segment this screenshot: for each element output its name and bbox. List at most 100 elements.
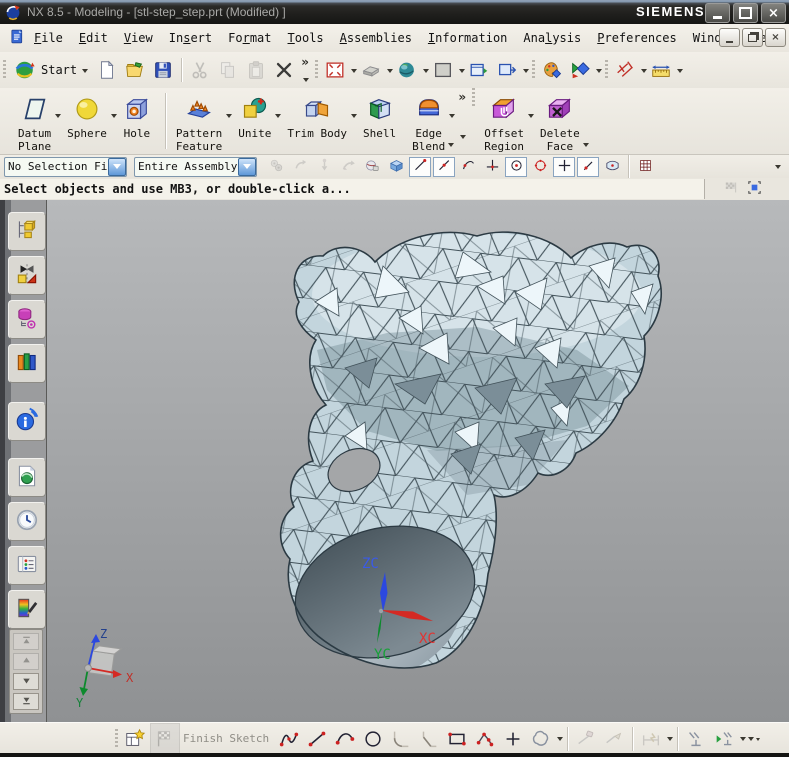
studio-spline-button[interactable] xyxy=(472,725,498,753)
combo-dropdown-button[interactable] xyxy=(238,158,256,176)
measure-distance-button[interactable] xyxy=(612,56,638,84)
chamfer-button[interactable] xyxy=(416,725,442,753)
shell-button[interactable]: Shell xyxy=(357,88,406,154)
menu-view[interactable]: View xyxy=(116,28,161,48)
chevron-down-icon[interactable] xyxy=(677,69,683,76)
close-button[interactable]: × xyxy=(761,3,786,23)
combo-dropdown-button[interactable] xyxy=(108,158,126,176)
snap-point-on-curve-button[interactable] xyxy=(577,157,599,177)
menu-analysis[interactable]: Analysis xyxy=(515,28,589,48)
scroll-to-bottom-button[interactable] xyxy=(13,693,39,710)
chevron-down-icon[interactable] xyxy=(448,143,454,150)
chevron-down-icon[interactable] xyxy=(667,737,673,744)
snap-existing-point-button[interactable] xyxy=(553,157,575,177)
auto-constrain-button[interactable] xyxy=(711,725,737,753)
analysis-ruler-button[interactable] xyxy=(648,56,674,84)
selection-scope-combo[interactable]: Entire Assembly xyxy=(134,157,257,177)
profile-button[interactable] xyxy=(276,725,302,753)
point-button[interactable] xyxy=(500,725,526,753)
rectangle-button[interactable] xyxy=(444,725,470,753)
menu-insert[interactable]: Insert xyxy=(161,28,220,48)
dialog-rail-button[interactable] xyxy=(746,179,763,199)
mdi-restore-button[interactable] xyxy=(742,28,763,47)
pattern-feature-button[interactable]: Pattern Feature xyxy=(170,88,232,154)
chevron-down-icon[interactable] xyxy=(449,114,455,121)
scroll-down-button[interactable] xyxy=(13,673,39,690)
menu-information[interactable]: Information xyxy=(420,28,515,48)
part-navigator-button[interactable] xyxy=(8,300,46,339)
chevron-down-icon[interactable] xyxy=(351,69,357,76)
show-shaded-box-button[interactable] xyxy=(385,157,407,177)
reuse-library-button[interactable] xyxy=(8,344,46,383)
delete-button[interactable] xyxy=(271,56,297,84)
highlight-rollover-button[interactable] xyxy=(361,157,383,177)
chevron-down-icon[interactable] xyxy=(387,69,393,76)
toolbar-overflow-button[interactable]: » xyxy=(298,55,312,85)
sphere-button[interactable]: Sphere xyxy=(61,88,117,154)
snap-tangent-point-button[interactable] xyxy=(457,157,479,177)
geometric-constraints-button[interactable] xyxy=(683,725,709,753)
chevron-down-icon[interactable] xyxy=(740,737,746,744)
chevron-down-icon[interactable] xyxy=(596,69,602,76)
maximize-button[interactable] xyxy=(733,3,758,23)
menu-file[interactable]: File xyxy=(26,28,71,48)
delete-face-button[interactable]: Delete Face xyxy=(534,88,590,154)
chevron-down-icon[interactable] xyxy=(641,69,647,76)
unite-button[interactable]: Unite xyxy=(232,88,281,154)
roles-button[interactable] xyxy=(8,590,46,629)
palettes-button[interactable] xyxy=(8,546,46,585)
chevron-down-icon[interactable] xyxy=(583,143,589,150)
chevron-down-icon[interactable] xyxy=(523,69,529,76)
fillet-button[interactable] xyxy=(388,725,414,753)
fit-view-button[interactable] xyxy=(322,56,348,84)
chevron-down-icon[interactable] xyxy=(423,69,429,76)
menu-tools[interactable]: Tools xyxy=(280,28,332,48)
datum-plane-button[interactable]: Datum Plane xyxy=(12,88,61,154)
chevron-down-icon[interactable] xyxy=(748,737,754,744)
hole-button[interactable]: Hole xyxy=(117,88,161,154)
start-menu-button[interactable]: Start xyxy=(10,56,92,84)
offset-region-button[interactable]: Offset Region xyxy=(478,88,534,154)
circle-button[interactable] xyxy=(360,725,386,753)
assembly-navigator-button[interactable] xyxy=(8,212,46,251)
rendering-style-button[interactable] xyxy=(394,56,420,84)
menu-format[interactable]: Format xyxy=(220,28,279,48)
minimize-button[interactable] xyxy=(705,3,730,23)
new-file-button[interactable] xyxy=(94,56,120,84)
mdi-close-button[interactable]: × xyxy=(765,28,786,47)
snap-quadrant-point-button[interactable] xyxy=(529,157,551,177)
view-background-button[interactable] xyxy=(430,56,456,84)
type-filter-combo[interactable]: No Selection Fi xyxy=(4,157,127,177)
menu-edit[interactable]: Edit xyxy=(71,28,116,48)
new-layout-button[interactable] xyxy=(494,56,520,84)
menu-preferences[interactable]: Preferences xyxy=(589,28,684,48)
chevron-down-icon[interactable] xyxy=(459,69,465,76)
orient-view-button[interactable] xyxy=(466,56,492,84)
edit-object-display-button[interactable] xyxy=(567,56,593,84)
snap-point-on-surface-button[interactable] xyxy=(601,157,623,177)
ellipse-button[interactable] xyxy=(528,725,554,753)
snap-intersection-point-button[interactable] xyxy=(481,157,503,177)
snap-mid-point-button[interactable] xyxy=(433,157,455,177)
chevron-down-icon[interactable] xyxy=(557,737,563,744)
web-browser-button[interactable] xyxy=(8,402,46,441)
open-file-button[interactable] xyxy=(122,56,148,84)
chevron-down-icon[interactable] xyxy=(756,738,760,743)
constraint-navigator-button[interactable] xyxy=(8,256,46,295)
line-button[interactable] xyxy=(304,725,330,753)
history-button[interactable] xyxy=(8,502,46,541)
toolbar-options-chevron[interactable] xyxy=(775,165,781,172)
hd3d-tools-button[interactable] xyxy=(8,458,46,497)
save-file-button[interactable] xyxy=(150,56,176,84)
shaded-view-button[interactable] xyxy=(358,56,384,84)
graphics-window[interactable]: ZC XC YC Z xyxy=(47,200,789,722)
trim-body-button[interactable]: Trim Body xyxy=(281,88,357,154)
sketch-in-task-environment-button[interactable] xyxy=(122,725,148,753)
chevron-down-icon[interactable] xyxy=(303,78,309,85)
snap-grid-point-button[interactable] xyxy=(634,157,656,177)
arc-button[interactable] xyxy=(332,725,358,753)
edge-blend-button[interactable]: Edge Blend xyxy=(406,88,455,154)
snap-end-point-button[interactable] xyxy=(409,157,431,177)
menu-assemblies[interactable]: Assemblies xyxy=(332,28,420,48)
toolbar-overflow-button[interactable]: » xyxy=(455,88,469,142)
